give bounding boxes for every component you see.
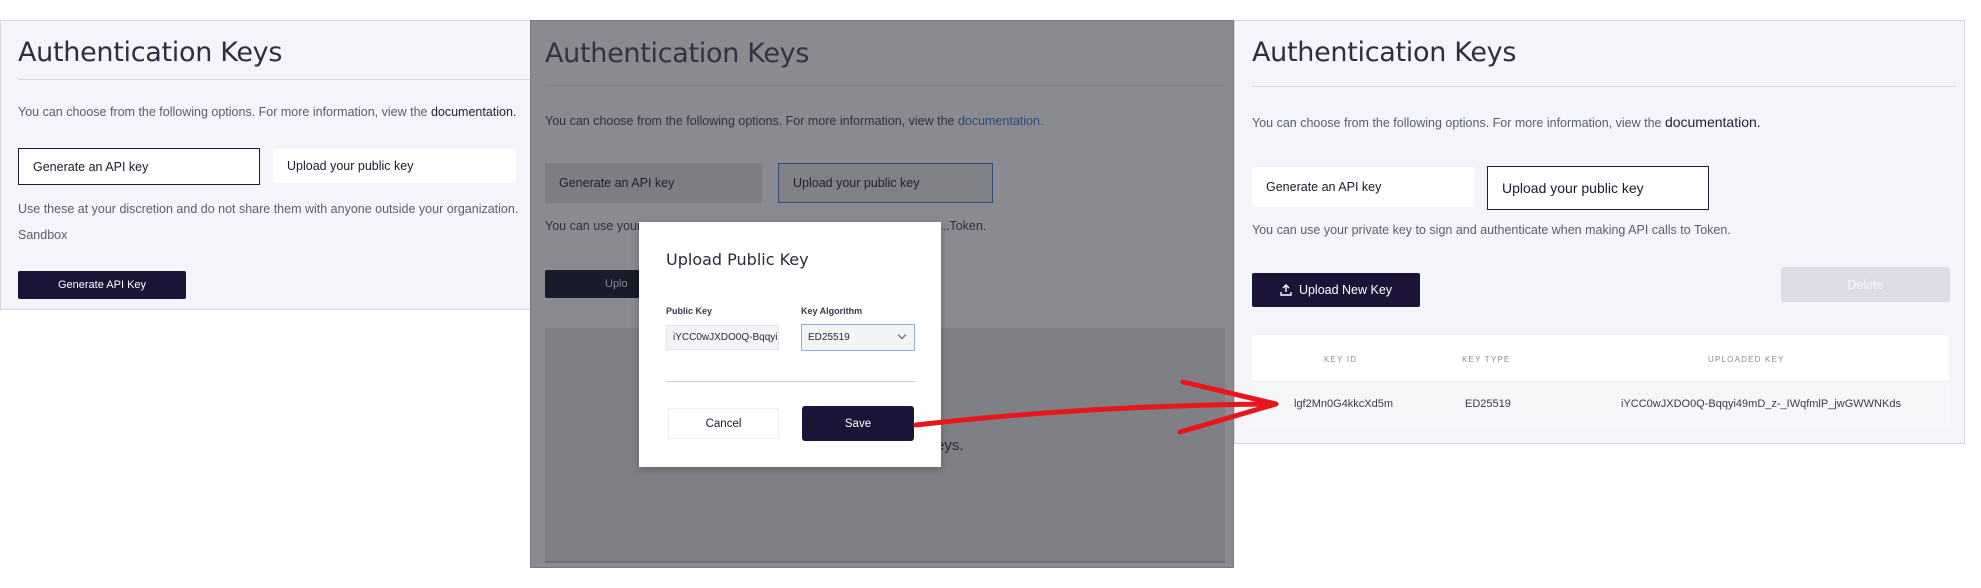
- save-button[interactable]: Save: [802, 406, 914, 441]
- cell-key-type: ED25519: [1465, 398, 1511, 410]
- cell-key-id: lgf2Mn0G4kkcXd5m: [1294, 398, 1394, 410]
- upload-icon: [1280, 284, 1292, 296]
- key-algorithm-label: Key Algorithm: [801, 306, 863, 316]
- public-key-input[interactable]: iYCC0wJXDO0Q-Bqqyi: [666, 325, 779, 350]
- table-row[interactable]: lgf2Mn0G4kkcXd5m ED25519 iYCC0wJXDO0Q-Bq…: [1252, 382, 1949, 428]
- upload-new-key-label: Upload New Key: [1298, 283, 1393, 297]
- chevron-down-icon: [897, 330, 907, 340]
- auth-keys-panel-generate: Authentication Keys You can choose from …: [0, 20, 531, 310]
- upload-new-key-button[interactable]: Uplo: [545, 270, 641, 298]
- modal-divider: [666, 381, 915, 382]
- page-title: Authentication Keys: [1252, 37, 1517, 68]
- documentation-link[interactable]: documentation.: [1665, 114, 1761, 130]
- info-text-body: You can choose from the following option…: [545, 114, 958, 128]
- cell-uploaded-key: iYCC0wJXDO0Q-Bqqyi49mD_z-_IWqfmlP_jwGWWN…: [1621, 398, 1901, 410]
- info-text: You can choose from the following option…: [1252, 114, 1761, 130]
- public-key-label: Public Key: [666, 306, 713, 316]
- info-text: You can choose from the following option…: [18, 105, 516, 119]
- cancel-button[interactable]: Cancel: [668, 408, 779, 439]
- helper-text: You can use your private key to sign and…: [1252, 223, 1731, 237]
- helper-text-end: ...Token.: [939, 219, 987, 233]
- option-generate-api-key[interactable]: Generate an API key: [545, 163, 762, 203]
- title-divider: [545, 85, 1225, 86]
- environment-label: Sandbox: [18, 228, 68, 242]
- generate-api-key-button[interactable]: Generate API Key: [18, 271, 186, 299]
- info-text: You can choose from the following option…: [545, 114, 1043, 128]
- title-divider: [1252, 86, 1956, 87]
- page-title: Authentication Keys: [18, 37, 283, 68]
- title-divider: [18, 79, 530, 80]
- page-title: Authentication Keys: [545, 38, 810, 69]
- info-text-body: You can choose from the following option…: [1252, 116, 1665, 130]
- auth-keys-panel-result: Authentication Keys You can choose from …: [1234, 20, 1965, 444]
- header-key-id: KEY ID: [1324, 355, 1358, 364]
- option-generate-api-key[interactable]: Generate an API key: [18, 148, 260, 185]
- header-uploaded-key: UPLOADED KEY: [1708, 355, 1785, 364]
- uploaded-keys-table: KEY ID KEY TYPE UPLOADED KEY lgf2Mn0G4kk…: [1252, 335, 1949, 428]
- header-key-type: KEY TYPE: [1462, 355, 1511, 364]
- documentation-link[interactable]: documentation.: [958, 114, 1043, 128]
- info-text-body: You can choose from the following option…: [18, 105, 431, 119]
- option-generate-api-key[interactable]: Generate an API key: [1252, 167, 1474, 207]
- upload-new-key-button[interactable]: Upload New Key: [1252, 273, 1420, 307]
- helper-text: Use these at your discretion and do not …: [18, 202, 519, 216]
- option-upload-public-key[interactable]: Upload your public key: [778, 163, 993, 203]
- helper-text-start: You can use your p: [545, 219, 652, 233]
- documentation-link[interactable]: documentation.: [431, 105, 516, 119]
- delete-button[interactable]: Delete: [1781, 267, 1950, 302]
- key-algorithm-value: ED25519: [808, 332, 850, 343]
- modal-title: Upload Public Key: [666, 250, 809, 269]
- upload-button-text: Uplo: [605, 278, 628, 290]
- upload-public-key-modal: Upload Public Key Public Key iYCC0wJXDO0…: [639, 222, 941, 467]
- key-algorithm-select[interactable]: ED25519: [801, 324, 915, 351]
- option-upload-public-key[interactable]: Upload your public key: [1487, 166, 1709, 210]
- option-upload-public-key[interactable]: Upload your public key: [273, 149, 516, 183]
